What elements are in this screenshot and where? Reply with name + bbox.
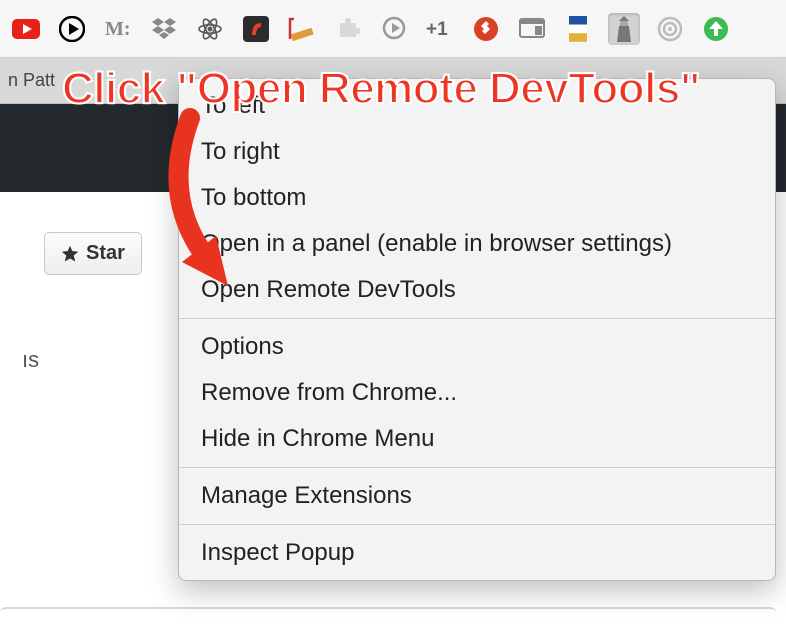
ruler-icon[interactable] bbox=[286, 13, 318, 45]
plug-icon[interactable] bbox=[470, 13, 502, 45]
bottom-divider bbox=[0, 607, 776, 613]
annotation-callout: Click "Open Remote DevTools" bbox=[62, 64, 700, 114]
menu-options[interactable]: Options bbox=[179, 324, 775, 370]
menu-separator bbox=[179, 318, 775, 319]
play-icon[interactable] bbox=[56, 13, 88, 45]
menu-open-panel[interactable]: Open in a panel (enable in browser setti… bbox=[179, 221, 775, 267]
speech-icon[interactable] bbox=[378, 13, 410, 45]
menu-to-right[interactable]: To right bbox=[179, 129, 775, 175]
menu-hide-chrome[interactable]: Hide in Chrome Menu bbox=[179, 416, 775, 462]
upload-icon[interactable] bbox=[700, 13, 732, 45]
m-icon[interactable]: M: bbox=[102, 13, 134, 45]
svg-text:+1: +1 bbox=[426, 19, 448, 40]
menu-open-remote-devtools[interactable]: Open Remote DevTools bbox=[179, 267, 775, 313]
menu-separator bbox=[179, 524, 775, 525]
menu-to-bottom[interactable]: To bottom bbox=[179, 175, 775, 221]
star-icon bbox=[61, 245, 79, 263]
window-icon[interactable] bbox=[516, 13, 548, 45]
menu-inspect-popup[interactable]: Inspect Popup bbox=[179, 530, 775, 576]
svg-text:M:: M: bbox=[105, 18, 131, 40]
youtube-icon[interactable] bbox=[10, 13, 42, 45]
puzzle-icon[interactable] bbox=[332, 13, 364, 45]
plusone-icon[interactable]: +1 bbox=[424, 13, 456, 45]
lighthouse-icon[interactable] bbox=[608, 13, 640, 45]
star-button[interactable]: Star bbox=[44, 232, 142, 275]
star-label: Star bbox=[86, 242, 125, 265]
tab-title-fragment: n Patt bbox=[8, 70, 55, 91]
extension-toolbar: M: +1 bbox=[0, 0, 786, 58]
dropbox-icon[interactable] bbox=[148, 13, 180, 45]
flash-icon[interactable] bbox=[240, 13, 272, 45]
menu-separator bbox=[179, 467, 775, 468]
menu-remove-chrome[interactable]: Remove from Chrome... bbox=[179, 370, 775, 416]
flag-icon[interactable] bbox=[562, 13, 594, 45]
menu-manage-extensions[interactable]: Manage Extensions bbox=[179, 473, 775, 519]
extension-context-menu: To left To right To bottom Open in a pan… bbox=[178, 78, 776, 581]
react-icon[interactable] bbox=[194, 13, 226, 45]
target-icon[interactable] bbox=[654, 13, 686, 45]
